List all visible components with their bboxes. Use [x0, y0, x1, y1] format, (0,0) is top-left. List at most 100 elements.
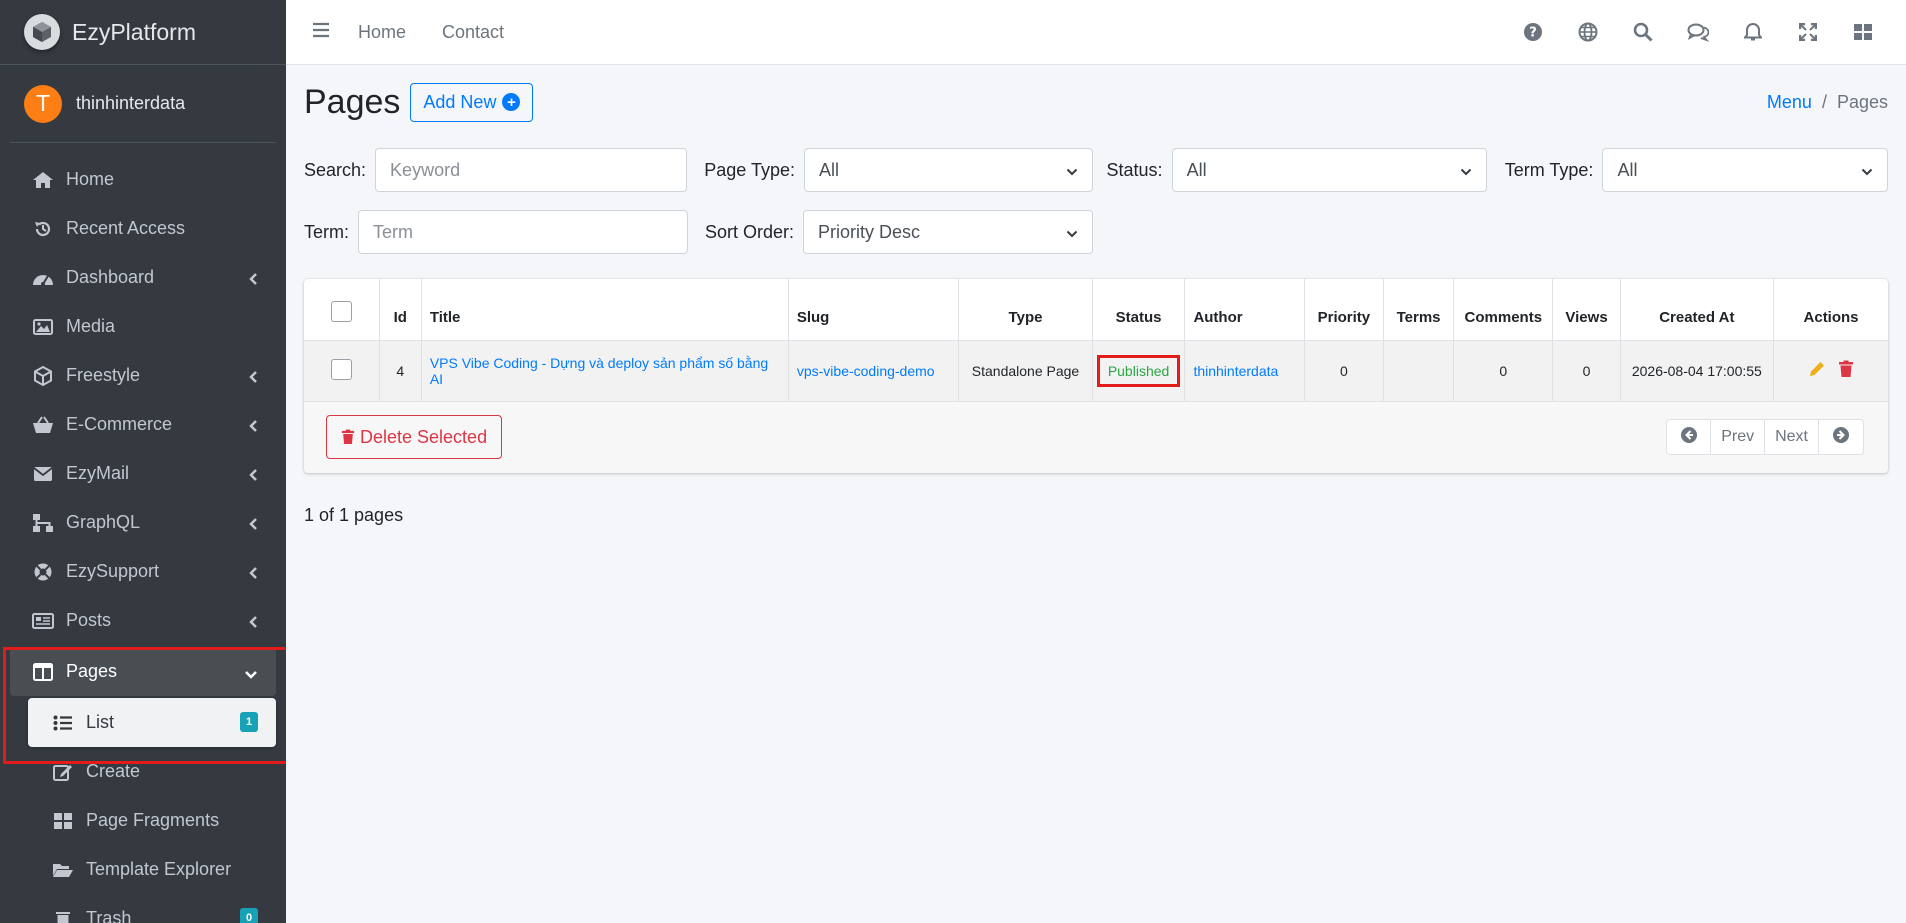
- add-new-label: Add New: [423, 91, 497, 112]
- row-checkbox[interactable]: [330, 358, 352, 380]
- delete-selected-button[interactable]: Delete Selected: [326, 415, 503, 459]
- row-select-cell: [304, 339, 380, 402]
- brand-name: EzyPlatform: [72, 18, 196, 45]
- sidebar-item-trash[interactable]: Trash 0: [28, 894, 276, 923]
- brand[interactable]: EzyPlatform: [0, 0, 286, 65]
- sidebar-item-page-fragments[interactable]: Page Fragments: [28, 796, 276, 845]
- sidebar-item-label: Media: [66, 316, 116, 336]
- cell-actions: [1773, 339, 1888, 402]
- sort-order-label: Sort Order:: [705, 221, 795, 242]
- col-header-created-at[interactable]: Created At: [1619, 279, 1775, 341]
- search-icon[interactable]: [1615, 22, 1670, 42]
- main-content: Pages Add New + Menu / Pages Search: Key…: [304, 65, 1888, 526]
- chevron-down-icon: [1861, 160, 1873, 181]
- page-slug-link[interactable]: vps-vibe-coding-demo: [797, 363, 935, 379]
- sidebar-item-posts[interactable]: Posts: [10, 596, 276, 645]
- col-header-views[interactable]: Views: [1552, 279, 1621, 341]
- pagination-prev-button[interactable]: Prev: [1711, 420, 1766, 454]
- pages-info: 1 of 1 pages: [304, 504, 404, 525]
- user-name: thinhinterdata: [76, 93, 186, 113]
- pagination-next-button[interactable]: Next: [1765, 420, 1819, 454]
- sidebar-item-label: Page Fragments: [86, 810, 220, 830]
- cell-comments: 0: [1453, 339, 1554, 402]
- col-header-comments[interactable]: Comments: [1453, 279, 1554, 341]
- chevron-left-icon: [248, 613, 258, 634]
- col-header-id[interactable]: Id: [378, 279, 422, 341]
- breadcrumb-menu[interactable]: Menu: [1767, 92, 1812, 113]
- cell-status: Published: [1091, 339, 1186, 402]
- sidebar-item-label: EzyMail: [66, 463, 130, 483]
- pencil-icon[interactable]: [1808, 360, 1826, 381]
- bell-icon[interactable]: [1725, 22, 1780, 42]
- term-input[interactable]: Term: [358, 210, 688, 254]
- trash-icon[interactable]: [1838, 360, 1854, 381]
- sidebar-item-ezysupport[interactable]: EzySupport: [10, 547, 276, 596]
- search-label: Search:: [304, 159, 367, 180]
- sidebar-item-recent-access[interactable]: Recent Access: [10, 204, 276, 253]
- history-icon: [30, 218, 56, 240]
- col-header-title[interactable]: Title: [420, 279, 789, 341]
- sidebar-item-media[interactable]: Media: [10, 302, 276, 351]
- sidebar-item-dashboard[interactable]: Dashboard: [10, 253, 276, 302]
- sidebar: EzyPlatform T thinhinterdata Home Recent…: [0, 0, 286, 923]
- brand-logo-icon: [24, 14, 60, 50]
- cell-priority: 0: [1303, 339, 1384, 402]
- home-icon: [30, 169, 56, 191]
- table-footer: Delete Selected Prev Next: [304, 401, 1888, 473]
- sort-order-select[interactable]: Priority Desc: [803, 210, 1094, 254]
- chevron-left-icon: [248, 515, 258, 536]
- sidebar-item-home[interactable]: Home: [10, 155, 276, 204]
- status-select[interactable]: All: [1171, 148, 1487, 192]
- chevron-left-icon: [248, 466, 258, 487]
- comments-icon[interactable]: [1670, 22, 1725, 42]
- col-header-author[interactable]: Author: [1184, 279, 1305, 341]
- sidebar-item-label: Create: [86, 761, 141, 781]
- cell-title: VPS Vibe Coding - Dựng và deploy sản phẩ…: [420, 339, 789, 402]
- cube-icon: [30, 365, 56, 387]
- sidebar-nav: Home Recent Access Dashboard Media Frees…: [0, 143, 286, 696]
- term-type-select[interactable]: All: [1602, 148, 1888, 192]
- plus-circle-icon: +: [502, 93, 521, 111]
- author-link[interactable]: thinhinterdata: [1193, 363, 1278, 379]
- user-panel[interactable]: T thinhinterdata: [10, 65, 276, 143]
- col-header-slug[interactable]: Slug: [787, 279, 960, 341]
- sidebar-item-label: Trash: [86, 908, 132, 923]
- add-new-button[interactable]: Add New +: [410, 82, 534, 122]
- help-icon[interactable]: ?: [1505, 22, 1560, 42]
- page-title-link[interactable]: VPS Vibe Coding - Dựng và deploy sản phẩ…: [430, 355, 768, 387]
- folder-open-icon: [50, 859, 76, 881]
- topbar-link-contact[interactable]: Contact: [442, 22, 504, 43]
- sidebar-item-ezymail[interactable]: EzyMail: [10, 449, 276, 498]
- topbar-link-home[interactable]: Home: [358, 22, 406, 43]
- globe-icon[interactable]: [1560, 22, 1615, 42]
- sidebar-item-freestyle[interactable]: Freestyle: [10, 351, 276, 400]
- search-input[interactable]: Keyword: [375, 148, 688, 192]
- term-type-value: All: [1617, 159, 1638, 180]
- page-type-label: Page Type:: [704, 159, 795, 180]
- col-header-priority[interactable]: Priority: [1303, 279, 1384, 341]
- fullscreen-icon[interactable]: [1780, 23, 1835, 41]
- pagination-last-button[interactable]: [1819, 420, 1863, 454]
- page-type-select[interactable]: All: [804, 148, 1093, 192]
- content-header: Pages Add New + Menu / Pages: [304, 65, 1888, 139]
- trash-icon: [50, 908, 76, 923]
- select-all-checkbox[interactable]: [330, 300, 352, 322]
- sidebar-item-graphql[interactable]: GraphQL: [10, 498, 276, 547]
- hamburger-icon[interactable]: [312, 22, 330, 43]
- apps-grid-icon[interactable]: [1835, 23, 1890, 41]
- highlight-box: [3, 647, 286, 764]
- col-header-status[interactable]: Status: [1091, 279, 1186, 341]
- col-header-type[interactable]: Type: [958, 279, 1093, 341]
- grid-icon: [50, 810, 76, 832]
- chevron-left-icon: [248, 417, 258, 438]
- sidebar-item-template-explorer[interactable]: Template Explorer: [28, 845, 276, 894]
- pagination-first-button[interactable]: [1667, 420, 1712, 454]
- term-type-label: Term Type:: [1504, 159, 1594, 180]
- col-header-terms[interactable]: Terms: [1382, 279, 1455, 341]
- cell-author: thinhinterdata: [1184, 339, 1305, 402]
- topbar: Home Contact ?: [286, 0, 1906, 65]
- sidebar-item-label: Freestyle: [66, 365, 141, 385]
- sidebar-item-e-commerce[interactable]: E-Commerce: [10, 400, 276, 449]
- breadcrumb-separator: /: [1821, 91, 1827, 112]
- arrow-circle-right-icon: [1832, 426, 1850, 449]
